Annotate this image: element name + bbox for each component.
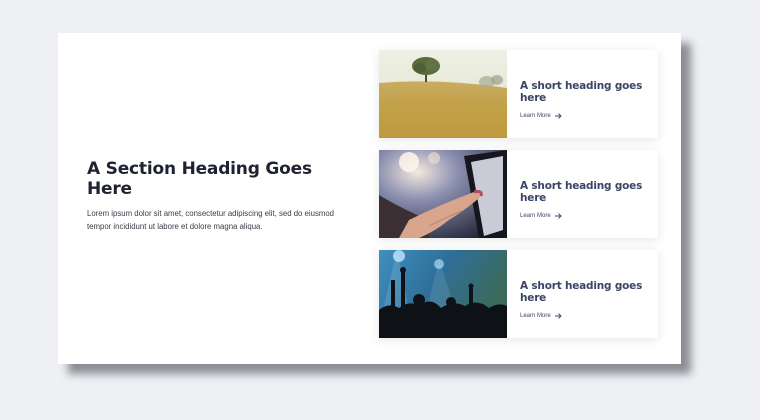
- content-frame: A Section Heading Goes Here Lorem ipsum …: [58, 33, 681, 364]
- arrow-right-icon: [554, 313, 562, 319]
- learn-more-label: Learn More: [520, 313, 551, 319]
- card-heading: A short heading goes here: [520, 180, 643, 204]
- learn-more-link[interactable]: Learn More: [520, 313, 658, 319]
- field-tree-photo: [379, 50, 507, 138]
- card-2[interactable]: A short heading goes here Learn More: [379, 150, 658, 238]
- section-heading: A Section Heading Goes Here: [87, 159, 312, 199]
- card-1[interactable]: A short heading goes here Learn More: [379, 50, 658, 138]
- card-body: A short heading goes here Learn More: [520, 180, 658, 219]
- tablet-touch-photo: [379, 150, 507, 238]
- learn-more-label: Learn More: [520, 113, 551, 119]
- arrow-right-icon: [554, 113, 562, 119]
- card-body: A short heading goes here Learn More: [520, 280, 658, 319]
- section-body: Lorem ipsum dolor sit amet, consectetur …: [87, 209, 335, 231]
- learn-more-link[interactable]: Learn More: [520, 113, 658, 119]
- card-body: A short heading goes here Learn More: [520, 80, 658, 119]
- card-heading: A short heading goes here: [520, 80, 643, 104]
- card-heading: A short heading goes here: [520, 280, 643, 304]
- concert-crowd-photo: [379, 250, 507, 338]
- learn-more-label: Learn More: [520, 213, 551, 219]
- learn-more-link[interactable]: Learn More: [520, 213, 658, 219]
- card-3[interactable]: A short heading goes here Learn More: [379, 250, 658, 338]
- section-intro: A Section Heading Goes Here Lorem ipsum …: [87, 159, 357, 233]
- arrow-right-icon: [554, 213, 562, 219]
